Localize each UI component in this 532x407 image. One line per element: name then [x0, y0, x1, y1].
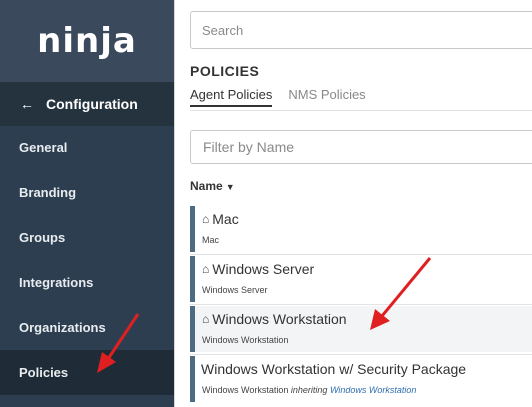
search-placeholder: Search — [202, 22, 244, 38]
sidebar-item-label: General — [19, 140, 68, 155]
home-icon: ⌂ — [202, 312, 210, 326]
row-divider — [190, 354, 532, 355]
sidebar-item-label: Branding — [19, 185, 77, 200]
sidebar-item-label: Groups — [19, 230, 66, 245]
home-icon: ⌂ — [202, 262, 210, 276]
policy-row-windows-workstation-security[interactable]: Windows Workstation w/ Security Package … — [190, 356, 532, 402]
sidebar-item-policies[interactable]: Policies — [0, 350, 174, 395]
inheriting-label: inheriting — [290, 385, 328, 395]
back-arrow-icon: ← — [20, 96, 34, 112]
policy-subtitle: Windows Workstation — [202, 385, 289, 395]
row-divider — [190, 304, 532, 305]
ninja-logo[interactable]: ninja — [0, 0, 174, 82]
page-title: POLICIES — [190, 63, 260, 79]
policy-row-windows-server[interactable]: ⌂ Windows Server Windows Server — [190, 256, 532, 302]
main-content: Search POLICIES Agent Policies NMS Polic… — [174, 0, 532, 407]
sidebar-item-label: Policies — [19, 365, 69, 380]
policy-name: Mac — [212, 211, 239, 227]
filter-placeholder: Filter by Name — [203, 139, 295, 155]
sort-label: Name — [190, 179, 223, 193]
policy-subtitle: Mac — [202, 235, 220, 245]
sidebar-item-label: Organizations — [19, 320, 106, 335]
sidebar-item-label: Integrations — [19, 275, 94, 290]
sort-by-name[interactable]: Name ▼ — [190, 179, 235, 193]
sidebar-item-branding[interactable]: Branding — [0, 170, 174, 215]
policy-subtitle: Windows Server — [202, 285, 268, 295]
row-divider — [190, 254, 532, 255]
inherited-policy-link[interactable]: Windows Workstation — [330, 385, 416, 395]
tab-divider — [190, 110, 532, 111]
policy-name: Windows Workstation — [212, 311, 347, 327]
policy-row-windows-workstation[interactable]: ⌂ Windows Workstation Windows Workstation — [190, 306, 532, 352]
back-to-configuration[interactable]: ← Configuration — [0, 82, 174, 126]
policy-name: Windows Server — [212, 261, 315, 277]
tab-nms-policies[interactable]: NMS Policies — [288, 87, 365, 107]
configuration-label: Configuration — [46, 96, 138, 112]
sidebar-item-groups[interactable]: Groups — [0, 215, 174, 260]
caret-down-icon: ▼ — [225, 182, 235, 192]
search-input[interactable]: Search — [190, 11, 532, 49]
logo-text: ninja — [37, 21, 137, 61]
filter-input[interactable]: Filter by Name — [190, 130, 532, 164]
tab-agent-policies[interactable]: Agent Policies — [190, 87, 273, 107]
sidebar: ninja ← Configuration General Branding G… — [0, 0, 174, 407]
sidebar-item-integrations[interactable]: Integrations — [0, 260, 174, 305]
home-icon: ⌂ — [202, 212, 210, 226]
sidebar-item-general[interactable]: General — [0, 125, 174, 170]
policy-row-mac[interactable]: ⌂ Mac Mac — [190, 206, 532, 252]
policy-name: Windows Workstation w/ Security Package — [201, 361, 467, 377]
policy-subtitle: Windows Workstation — [202, 335, 289, 345]
sidebar-item-organizations[interactable]: Organizations — [0, 305, 174, 350]
policy-tabs: Agent Policies NMS Policies — [190, 87, 366, 107]
